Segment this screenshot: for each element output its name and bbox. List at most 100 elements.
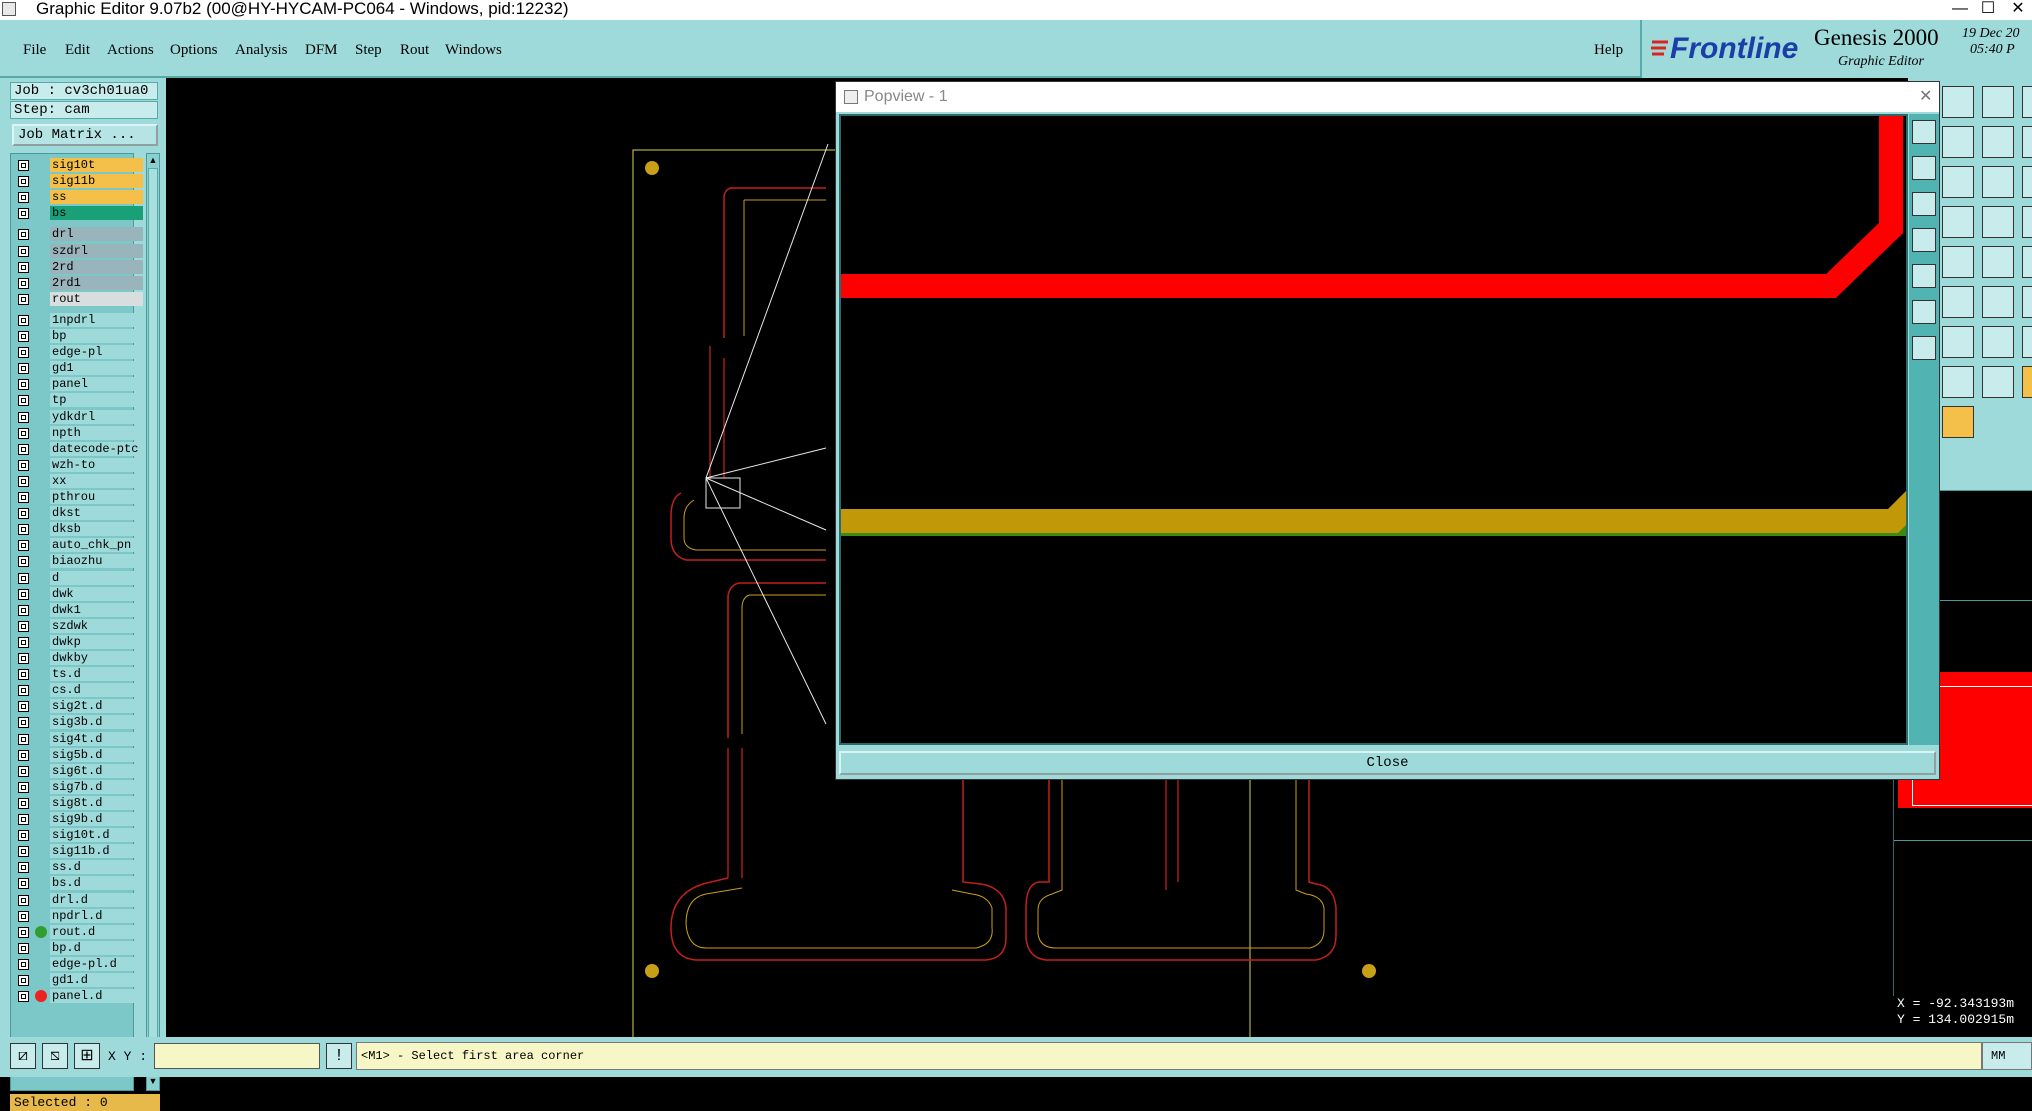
layer-row[interactable]: sig5b.d bbox=[13, 747, 143, 763]
layer-checkbox[interactable] bbox=[18, 475, 29, 487]
layer-row[interactable]: panel bbox=[13, 377, 143, 392]
measure-icon[interactable] bbox=[1942, 206, 1974, 238]
pv-zoom-in-icon[interactable] bbox=[1912, 120, 1936, 144]
popview-canvas[interactable] bbox=[839, 114, 2032, 745]
layer-checkbox[interactable] bbox=[18, 229, 29, 241]
layer-row[interactable]: dwk1 bbox=[13, 602, 143, 618]
dot-icon[interactable] bbox=[2022, 246, 2032, 278]
shape-icon[interactable] bbox=[1982, 206, 2014, 238]
job-matrix-button[interactable]: Job Matrix ... bbox=[12, 124, 158, 146]
layer-row[interactable]: szdrl bbox=[13, 243, 143, 259]
layer-name[interactable]: ydkdrl bbox=[50, 409, 143, 424]
pv-home-icon[interactable] bbox=[1912, 264, 1936, 288]
layer-name[interactable]: edge-pl.d bbox=[50, 956, 143, 971]
layer-name[interactable]: dwk bbox=[50, 586, 143, 601]
layer-name[interactable]: gd1.d bbox=[50, 973, 143, 987]
layer-row[interactable]: bs bbox=[13, 206, 143, 221]
monitor-icon[interactable] bbox=[1942, 86, 1974, 118]
layer-row[interactable]: ts.d bbox=[13, 667, 143, 682]
popview-close-button[interactable]: Close bbox=[839, 751, 1936, 775]
layer-name[interactable]: sig10t bbox=[50, 158, 143, 172]
layer-checkbox[interactable] bbox=[18, 797, 29, 809]
grid-mode-icon[interactable]: ⊞ bbox=[74, 1043, 100, 1069]
layer-checkbox[interactable] bbox=[18, 685, 29, 697]
layer-row[interactable]: dwkp bbox=[13, 634, 143, 650]
layer-checkbox[interactable] bbox=[18, 733, 29, 745]
layers-icon[interactable] bbox=[2022, 166, 2032, 198]
menu-rout[interactable]: Rout bbox=[400, 42, 429, 59]
layer-row[interactable]: 2rd bbox=[13, 259, 143, 275]
layer-row[interactable]: bp bbox=[13, 329, 143, 344]
layer-name[interactable]: drl bbox=[50, 227, 143, 242]
layer-name[interactable]: dwk1 bbox=[50, 602, 143, 617]
layer-name[interactable]: szdrl bbox=[50, 243, 143, 258]
layer-name[interactable]: sig8t.d bbox=[50, 795, 143, 810]
layer-name[interactable]: tp bbox=[50, 393, 143, 408]
menu-dfm[interactable]: DFM bbox=[305, 42, 338, 59]
layer-row[interactable]: xx bbox=[13, 473, 143, 489]
layer-name[interactable]: szdwk bbox=[50, 618, 143, 633]
layer-name[interactable]: sig6t.d bbox=[50, 763, 143, 778]
layer-row[interactable]: wzh-to bbox=[13, 457, 143, 473]
zoom-icon[interactable] bbox=[1982, 166, 2014, 198]
layer-name[interactable]: 1npdrl bbox=[50, 312, 143, 327]
layer-name[interactable]: bs bbox=[50, 206, 143, 221]
layer-checkbox[interactable] bbox=[18, 878, 29, 890]
layer-name[interactable]: 2rd1 bbox=[50, 275, 143, 290]
layer-name[interactable]: rout bbox=[50, 291, 143, 306]
alert-icon[interactable]: ! bbox=[326, 1043, 352, 1069]
layer-row[interactable]: edge-pl bbox=[13, 345, 143, 360]
snap-icon[interactable] bbox=[1982, 326, 2014, 358]
layer-checkbox[interactable] bbox=[18, 717, 29, 729]
layer-row[interactable]: drl bbox=[13, 227, 143, 242]
frame-icon[interactable] bbox=[1982, 126, 2014, 158]
scroll-up-arrow-icon[interactable]: ▲ bbox=[148, 155, 158, 165]
layer-name[interactable]: sig4t.d bbox=[50, 731, 143, 746]
layer-row[interactable]: sig4t.d bbox=[13, 731, 143, 747]
menu-file[interactable]: File bbox=[23, 42, 46, 59]
layer-checkbox[interactable] bbox=[18, 604, 29, 616]
layer-row[interactable]: bs.d bbox=[13, 876, 143, 891]
layer-checkbox[interactable] bbox=[18, 508, 29, 520]
layer-checkbox[interactable] bbox=[18, 814, 29, 825]
layer-checkbox[interactable] bbox=[18, 363, 29, 375]
layer-row[interactable]: 1npdrl bbox=[13, 312, 143, 328]
layer-checkbox[interactable] bbox=[18, 749, 29, 761]
layer-name[interactable]: auto_chk_pn bbox=[50, 538, 143, 553]
layer-name[interactable]: npth bbox=[50, 425, 143, 440]
layer-checkbox[interactable] bbox=[18, 261, 29, 273]
layer-checkbox[interactable] bbox=[18, 492, 29, 503]
point-icon[interactable] bbox=[1982, 246, 2014, 278]
layer-name[interactable]: dwkby bbox=[50, 651, 143, 665]
layer-row[interactable]: cs.d bbox=[13, 683, 143, 698]
layer-checkbox[interactable] bbox=[18, 572, 29, 584]
layer-checkbox[interactable] bbox=[18, 347, 29, 359]
layer-row[interactable]: sig10t.d bbox=[13, 828, 143, 843]
layer-list-scrollbar[interactable]: ▲ ▼ bbox=[146, 153, 160, 1091]
layer-checkbox[interactable] bbox=[18, 588, 29, 600]
layer-row[interactable]: sig11b.d bbox=[13, 844, 143, 859]
pv-pan-icon[interactable] bbox=[1912, 228, 1936, 252]
menu-options[interactable]: Options bbox=[170, 42, 218, 59]
layer-name[interactable]: npdrl.d bbox=[50, 908, 143, 923]
layer-name[interactable]: ss bbox=[50, 190, 143, 205]
layer-name[interactable]: 2rd bbox=[50, 259, 143, 274]
pv-center-icon[interactable] bbox=[1912, 336, 1936, 360]
layer-row[interactable]: auto_chk_pn bbox=[13, 538, 143, 553]
home-icon[interactable] bbox=[1982, 86, 2014, 118]
layer-row[interactable]: ydkdrl bbox=[13, 409, 143, 425]
layer-checkbox[interactable] bbox=[18, 701, 29, 713]
layer-checkbox[interactable] bbox=[18, 556, 29, 568]
pin-icon[interactable] bbox=[2022, 206, 2032, 238]
layer-checkbox[interactable] bbox=[18, 942, 29, 954]
close-window-button[interactable]: ✕ bbox=[1998, 0, 2032, 20]
hand-icon[interactable] bbox=[2022, 286, 2032, 318]
layer-checkbox[interactable] bbox=[18, 830, 29, 842]
menu-actions[interactable]: Actions bbox=[107, 42, 154, 59]
popview-close-icon[interactable]: ✕ bbox=[1919, 82, 1932, 112]
layer-name[interactable]: dwkp bbox=[50, 634, 143, 649]
layer-name[interactable]: wzh-to bbox=[50, 457, 143, 472]
layer-checkbox[interactable] bbox=[18, 379, 29, 391]
layer-row[interactable]: sig6t.d bbox=[13, 763, 143, 779]
layer-name[interactable]: dksb bbox=[50, 522, 143, 537]
